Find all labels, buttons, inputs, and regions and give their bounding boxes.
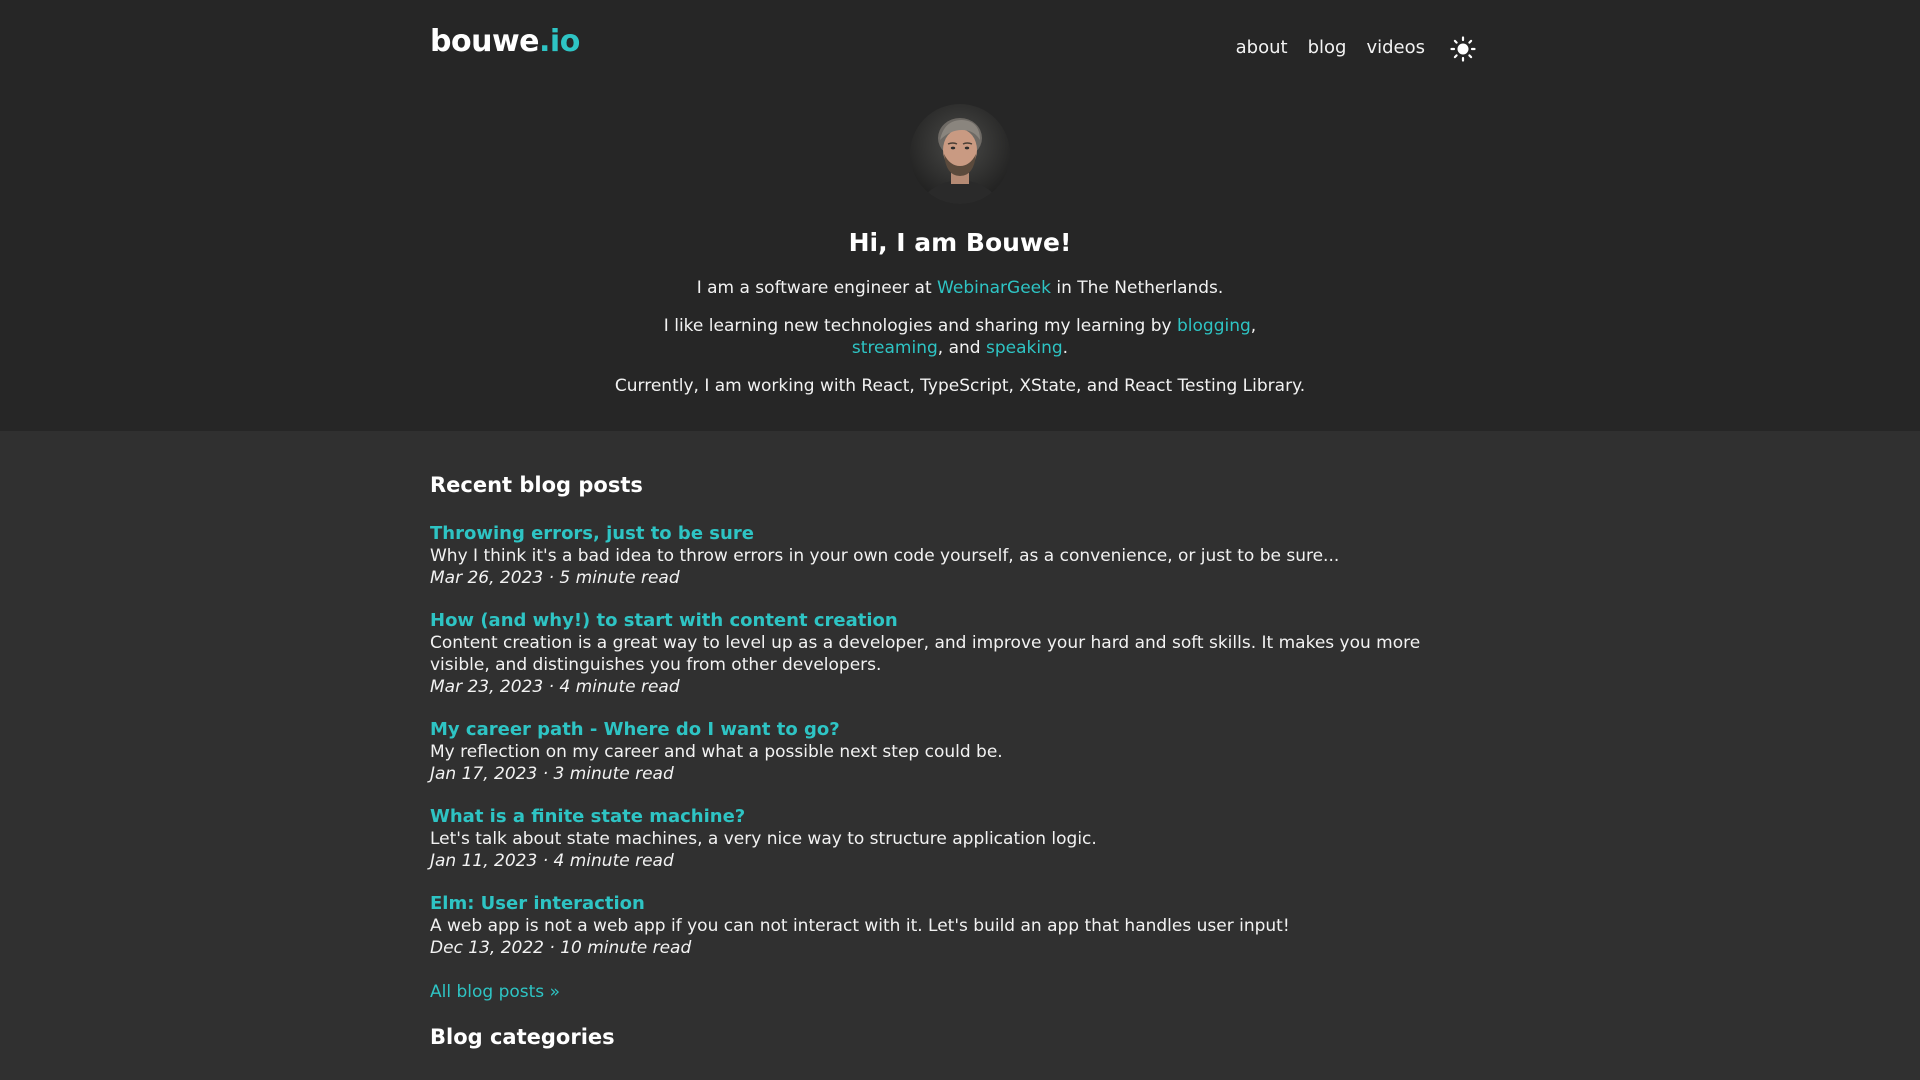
nav-videos[interactable]: videos — [1366, 36, 1425, 60]
blog-post-meta: Jan 17, 2023 · 3 minute read — [430, 764, 674, 785]
hero-intro-post: in The Netherlands. — [1050, 277, 1224, 298]
blog-post-title[interactable]: How (and why!) to start with content cre… — [430, 610, 1477, 632]
nav-blog[interactable]: blog — [1308, 36, 1347, 60]
blog-post: My career path - Where do I want to go? … — [430, 719, 1477, 785]
hero-learning-end: . — [1062, 337, 1069, 358]
blog-post-meta: Dec 13, 2022 · 10 minute read — [430, 938, 692, 959]
blog-post-description: Content creation is a great way to level… — [430, 633, 1421, 676]
hero-greeting: Hi, I am Bouwe! — [848, 228, 1072, 257]
blog-post-meta: Jan 11, 2023 · 4 minute read — [430, 851, 674, 872]
blog-categories-title: Blog categories — [430, 1024, 615, 1049]
blog-post-description: Why I think it's a bad idea to throw err… — [430, 546, 1340, 567]
blog-post-meta: Mar 23, 2023 · 4 minute read — [430, 677, 680, 698]
site-header: bouwe.io about blog videos — [0, 0, 1920, 86]
hero-learning-sep1: , — [1250, 315, 1257, 336]
blog-post-description: Let's talk about state machines, a very … — [430, 829, 1097, 850]
hero-current: Currently, I am working with React, Type… — [614, 375, 1306, 396]
hero-intro: I am a software engineer at WebinarGeek … — [0, 277, 1920, 299]
blog-post-meta: Mar 26, 2023 · 5 minute read — [430, 568, 680, 589]
blog-post-title[interactable]: Throwing errors, just to be sure — [430, 523, 1477, 545]
blog-post-title[interactable]: Elm: User interaction — [430, 893, 1477, 915]
blog-post: Elm: User interaction A web app is not a… — [430, 893, 1477, 959]
hero-learning-pre: I like learning new technologies and sha… — [663, 315, 1177, 336]
blog-post: What is a finite state machine? Let's ta… — [430, 806, 1477, 872]
hero-learning-sep2: , and — [937, 337, 986, 358]
blog-post: Throwing errors, just to be sure Why I t… — [430, 523, 1477, 589]
speaking-link[interactable]: speaking — [986, 338, 1063, 358]
webinargeek-link[interactable]: WebinarGeek — [937, 278, 1051, 298]
blog-post: How (and why!) to start with content cre… — [430, 610, 1477, 698]
hero-learning: I like learning new technologies and sha… — [650, 315, 1270, 359]
blog-post-title[interactable]: My career path - Where do I want to go? — [430, 719, 1477, 741]
blog-post-title[interactable]: What is a finite state machine? — [430, 806, 1477, 828]
avatar — [910, 104, 1010, 204]
recent-posts-title: Recent blog posts — [430, 473, 643, 497]
header-inner: bouwe.io about blog videos — [430, 0, 1477, 86]
hero-section: Hi, I am Bouwe! I am a software engineer… — [0, 86, 1920, 431]
hero-intro-pre: I am a software engineer at — [696, 277, 938, 298]
sun-icon — [1450, 36, 1476, 62]
logo-tld: .io — [539, 24, 580, 59]
avatar-photo — [910, 104, 1010, 204]
nav-about[interactable]: about — [1236, 36, 1288, 60]
blog-post-description: A web app is not a web app if you can no… — [430, 916, 1290, 937]
theme-toggle-button[interactable] — [1449, 35, 1477, 63]
site-logo[interactable]: bouwe.io — [430, 22, 580, 63]
blogging-link[interactable]: blogging — [1177, 316, 1251, 336]
logo-main: bouwe — [430, 24, 540, 59]
streaming-link[interactable]: streaming — [852, 338, 938, 358]
main-content: Recent blog posts Throwing errors, just … — [430, 431, 1477, 1051]
blog-post-description: My reflection on my career and what a po… — [430, 742, 1003, 763]
all-blog-posts-link[interactable]: All blog posts » — [430, 981, 560, 1004]
main-nav: about blog videos — [1236, 33, 1477, 63]
